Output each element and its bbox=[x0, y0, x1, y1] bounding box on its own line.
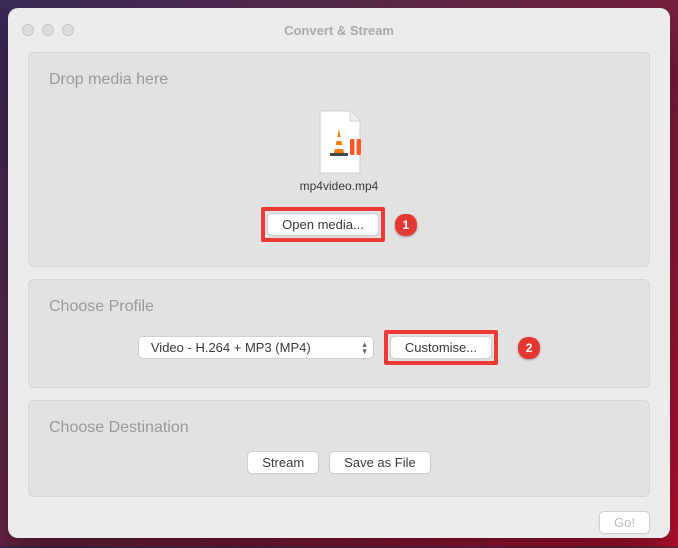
profile-heading: Choose Profile bbox=[49, 298, 629, 316]
annotation-badge-2: 2 bbox=[518, 337, 540, 359]
go-button[interactable]: Go! bbox=[599, 511, 650, 534]
traffic-lights bbox=[22, 24, 74, 36]
open-media-button[interactable]: Open media... bbox=[267, 213, 379, 236]
annotation-highlight-2: Customise... bbox=[384, 330, 498, 365]
save-as-file-button[interactable]: Save as File bbox=[329, 451, 431, 474]
media-file: mp4video.mp4 bbox=[300, 103, 379, 193]
window: Convert & Stream Drop media here bbox=[8, 8, 670, 538]
zoom-icon[interactable] bbox=[62, 24, 74, 36]
drop-heading: Drop media here bbox=[49, 71, 629, 89]
content: Drop media here bbox=[8, 52, 670, 511]
choose-profile-panel: Choose Profile Video - H.264 + MP3 (MP4)… bbox=[28, 279, 650, 388]
filename: mp4video.mp4 bbox=[300, 179, 379, 193]
window-title: Convert & Stream bbox=[8, 23, 670, 38]
profile-select[interactable]: Video - H.264 + MP3 (MP4) ▴▾ bbox=[138, 336, 374, 359]
destination-heading: Choose Destination bbox=[49, 419, 629, 437]
profile-select-value: Video - H.264 + MP3 (MP4) bbox=[151, 340, 311, 355]
annotation-highlight-1: Open media... bbox=[261, 207, 385, 242]
stream-button[interactable]: Stream bbox=[247, 451, 319, 474]
chevron-updown-icon: ▴▾ bbox=[362, 341, 367, 355]
minimize-icon[interactable] bbox=[42, 24, 54, 36]
file-icon bbox=[312, 109, 366, 175]
drop-media-panel[interactable]: Drop media here bbox=[28, 52, 650, 267]
customise-button[interactable]: Customise... bbox=[390, 336, 492, 359]
annotation-badge-1: 1 bbox=[395, 214, 417, 236]
footer: Go! bbox=[8, 511, 670, 548]
titlebar: Convert & Stream bbox=[8, 8, 670, 52]
close-icon[interactable] bbox=[22, 24, 34, 36]
choose-destination-panel: Choose Destination Stream Save as File bbox=[28, 400, 650, 497]
